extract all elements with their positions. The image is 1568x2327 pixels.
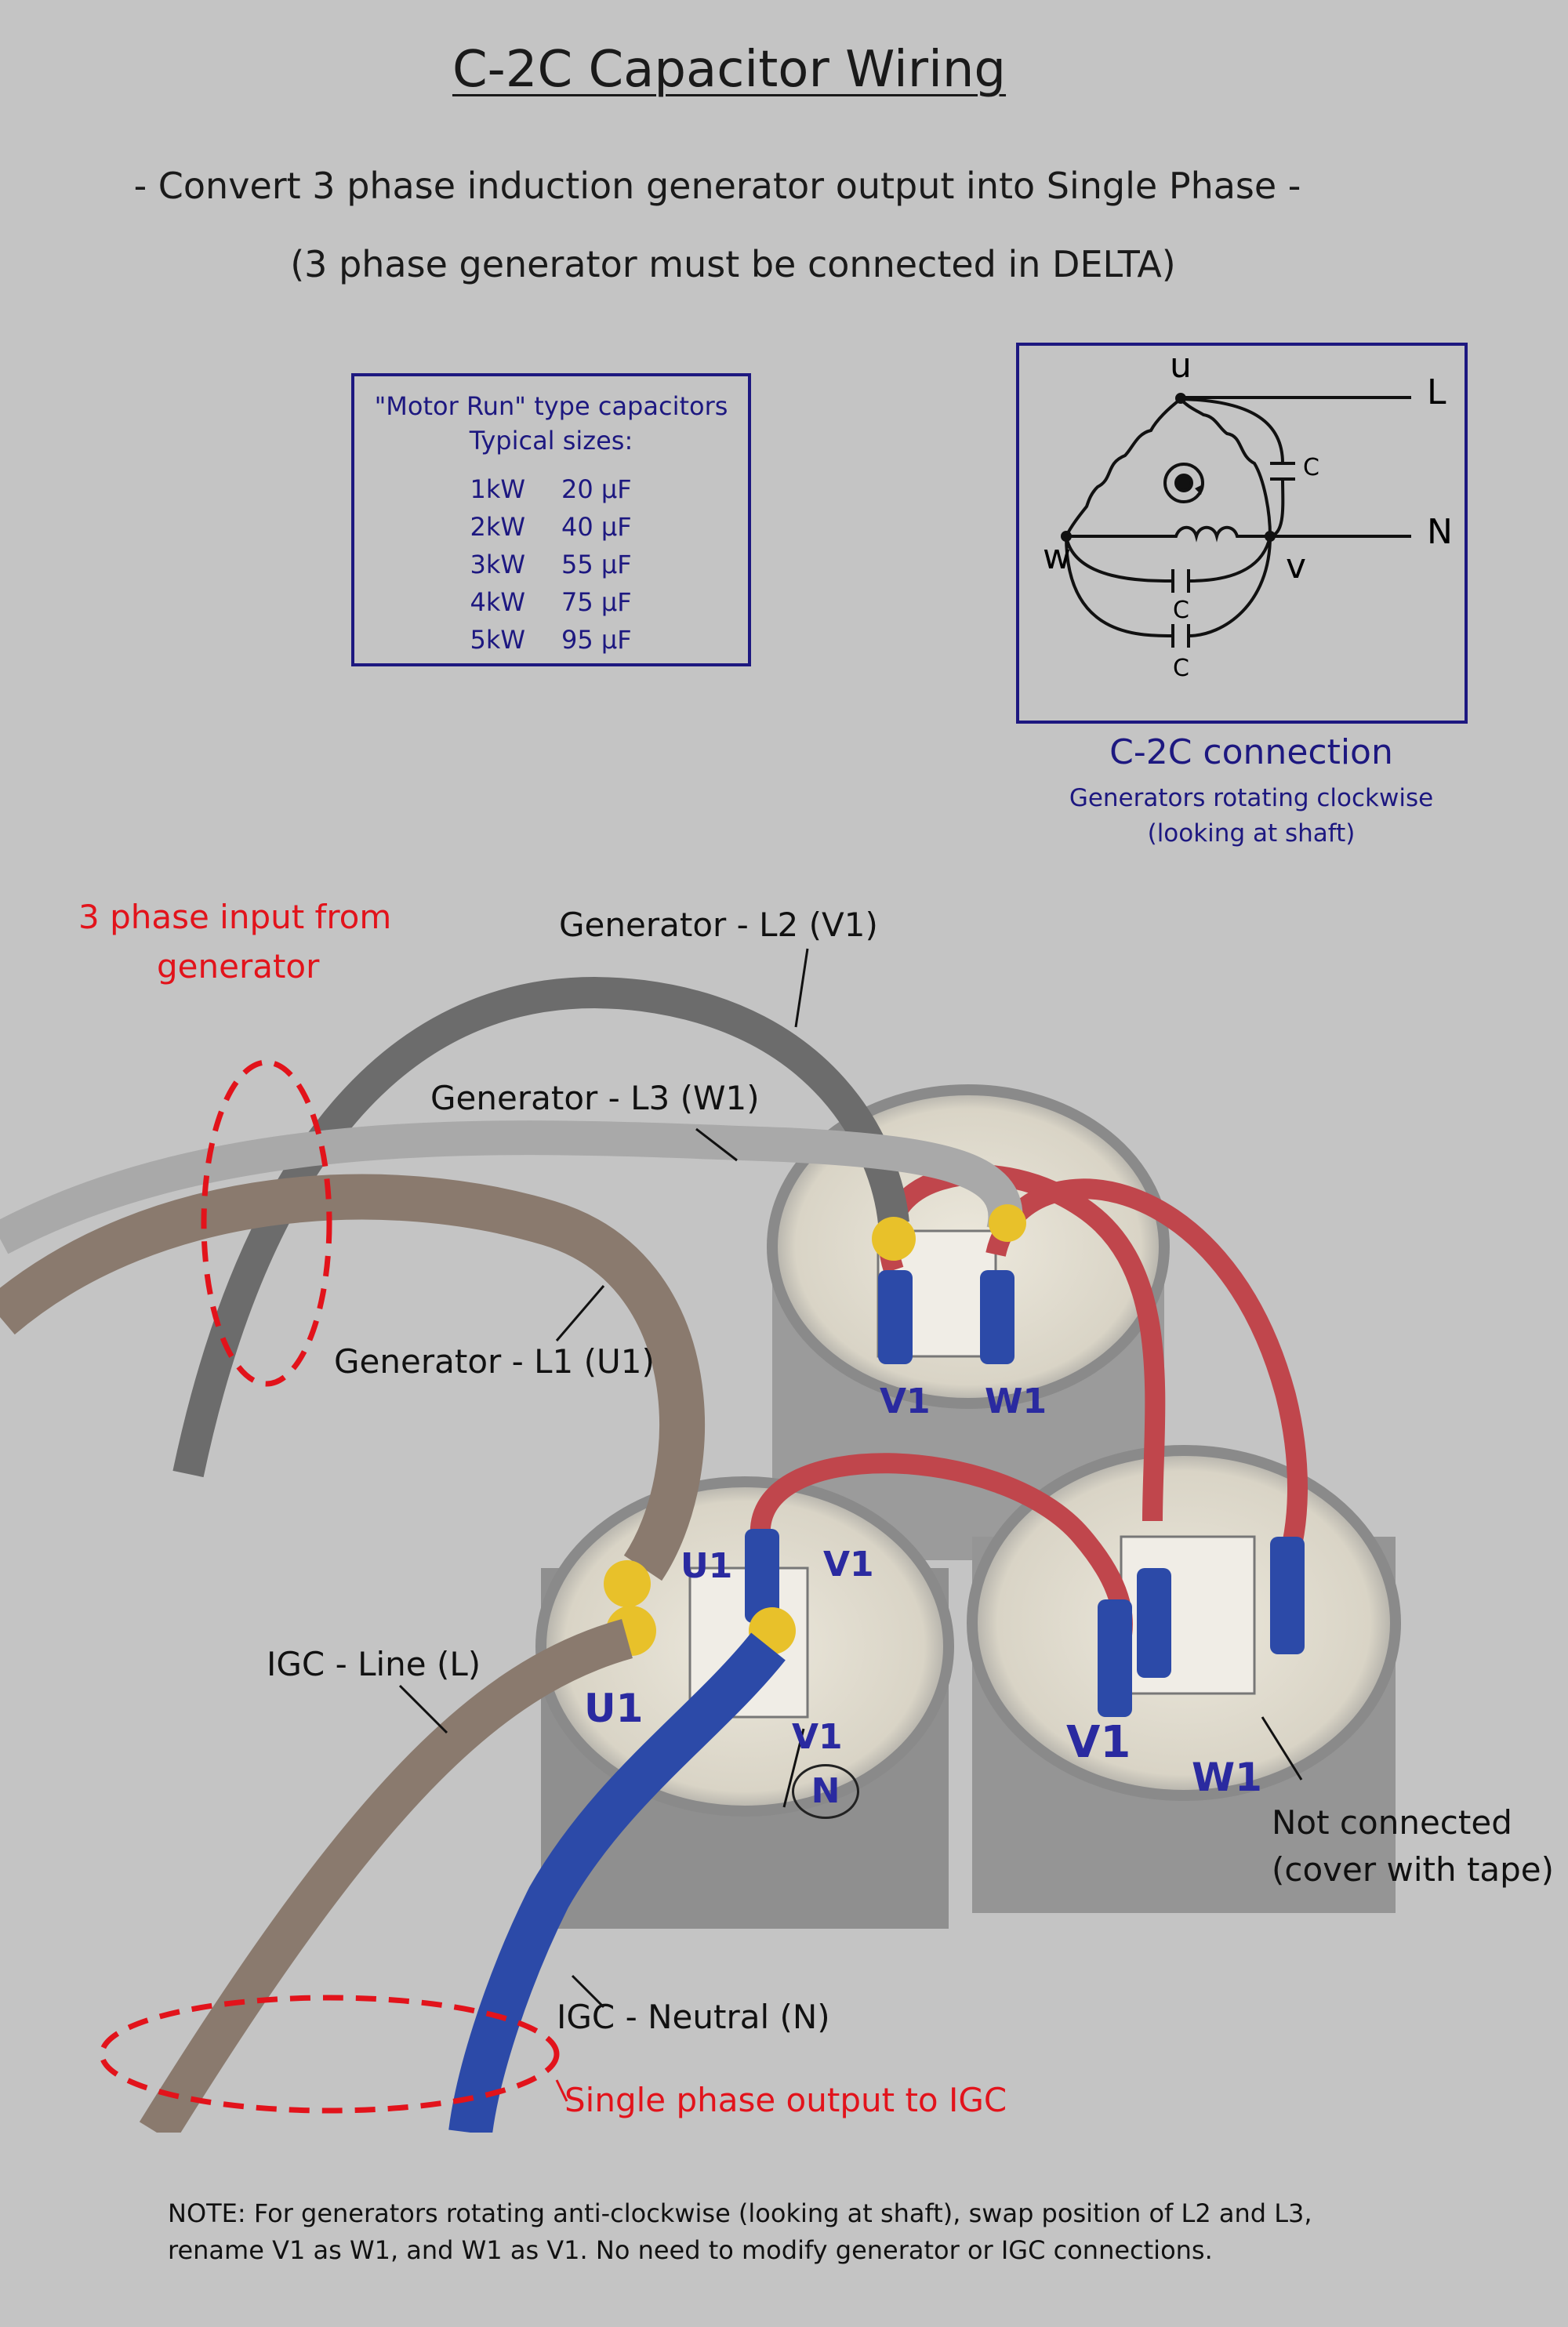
connection-subcaption: Generators rotating clockwise (looking a…: [1024, 781, 1479, 851]
input-label-line1: 3 phase input from: [78, 898, 392, 936]
capacitor-row: 5kW 95 µF: [354, 621, 748, 659]
label-cover-with-tape: (cover with tape): [1272, 1850, 1555, 1889]
winding-wv: [1066, 525, 1270, 543]
page-title: C-2C Capacitor Wiring: [452, 41, 1007, 99]
marker-w1: W1: [1192, 1755, 1262, 1800]
kw-value: 3kW: [470, 550, 525, 579]
kw-value: 2kW: [470, 512, 525, 542]
marker-u1: U1: [584, 1686, 644, 1731]
uf-value: 75 µF: [561, 587, 632, 617]
connection-caption: C-2C connection: [1109, 732, 1393, 772]
kw-value: 5kW: [470, 625, 525, 655]
capacitor-row: 4kW 75 µF: [354, 583, 748, 621]
kw-value: 4kW: [470, 587, 525, 617]
marker-n: N: [792, 1764, 859, 1819]
marker-w1: W1: [985, 1381, 1047, 1421]
node-w-label: w: [1043, 537, 1071, 577]
capacitor-box-subheading: Typical sizes:: [469, 426, 633, 456]
cap-label-c1: C: [1303, 454, 1319, 481]
winding-uw: [1065, 398, 1182, 537]
marker-v1: V1: [1066, 1717, 1131, 1768]
marker-v1: V1: [792, 1717, 843, 1757]
label-generator-l3: Generator - L3 (W1): [430, 1079, 760, 1117]
label-generator-l2: Generator - L2 (V1): [559, 906, 878, 944]
marker-u1: U1: [681, 1546, 733, 1586]
output-N-label: N: [1427, 512, 1453, 552]
capacitor-wiring-photo: [0, 948, 1401, 2133]
uf-value: 20 µF: [561, 474, 632, 504]
note-line2: rename V1 as W1, and W1 as V1. No need t…: [168, 2235, 1213, 2265]
note-line1: NOTE: For generators rotating anti-clock…: [168, 2198, 1312, 2228]
page-subtitle-delta: (3 phase generator must be connected in …: [290, 243, 1176, 285]
connection-sub1: Generators rotating clockwise: [1069, 784, 1434, 812]
capacitor-row: 1kW 20 µF: [354, 470, 748, 508]
marker-v1: V1: [823, 1545, 874, 1585]
node-u-label: u: [1170, 346, 1192, 386]
output-label: Single phase output to IGC: [564, 2081, 1007, 2119]
kw-value: 1kW: [470, 474, 525, 504]
capacitor-row: 3kW 55 µF: [354, 546, 748, 583]
cap-wv-lower: [1065, 535, 1174, 637]
label-igc-line: IGC - Line (L): [267, 1645, 481, 1683]
capacitor-box-heading: "Motor Run" type capacitors: [374, 391, 728, 421]
c2c-schematic: [1061, 393, 1411, 648]
cap-wv-upper: [1065, 535, 1174, 583]
footer-note: NOTE: For generators rotating anti-clock…: [168, 2195, 1501, 2269]
label-not-connected: Not connected: [1272, 1803, 1512, 1842]
page-subtitle: - Convert 3 phase induction generator ou…: [133, 165, 1301, 207]
node-v-label: v: [1286, 546, 1307, 586]
uf-value: 55 µF: [561, 550, 632, 579]
capacitor-size-box: "Motor Run" type capacitors Typical size…: [351, 373, 751, 666]
cap-label-c3: C: [1173, 655, 1189, 682]
uf-value: 95 µF: [561, 625, 632, 655]
output-L-label: L: [1427, 372, 1446, 412]
label-igc-neutral: IGC - Neutral (N): [557, 1998, 830, 2036]
marker-v1: V1: [880, 1381, 931, 1421]
label-generator-l1: Generator - L1 (U1): [334, 1342, 655, 1381]
uf-value: 40 µF: [561, 512, 632, 542]
c2c-schematic-box: u L N w v C C C: [1016, 343, 1468, 724]
cap-label-c2: C: [1173, 597, 1189, 624]
capacitor-row: 2kW 40 µF: [354, 508, 748, 546]
generator-l1-wire: [0, 1174, 705, 1581]
input-label-line2: generator: [157, 947, 320, 986]
